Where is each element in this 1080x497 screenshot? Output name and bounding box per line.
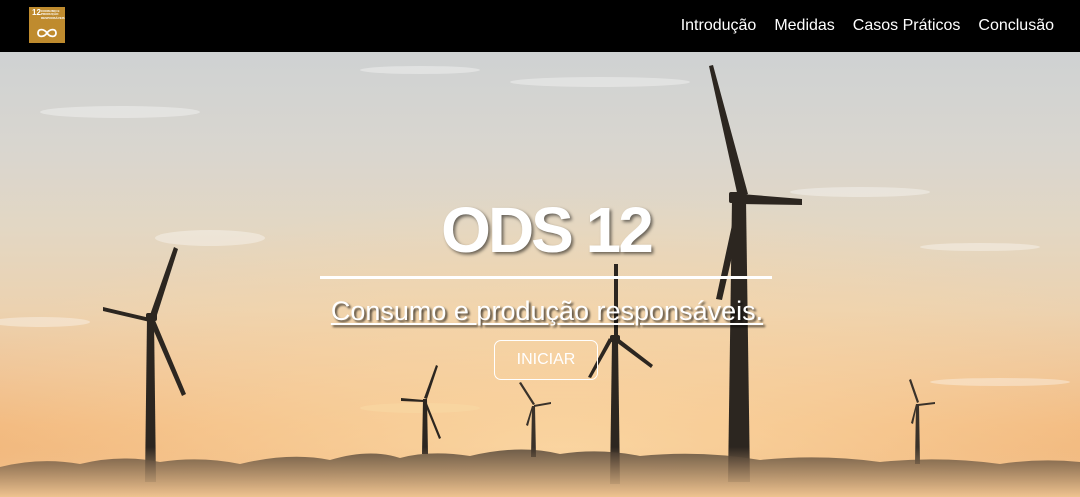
logo-number: 12 bbox=[32, 8, 41, 17]
hero-subtitle: Consumo e produção responsáveis. bbox=[330, 296, 764, 326]
hero-title: ODS 12 bbox=[441, 194, 654, 266]
start-button[interactable]: INICIAR bbox=[494, 340, 598, 380]
nav-link-medidas[interactable]: Medidas bbox=[774, 17, 834, 35]
nav-link-introducao[interactable]: Introdução bbox=[681, 17, 757, 35]
logo-text: CONSUMO E PRODUÇÃO RESPONSÁVEIS bbox=[41, 9, 65, 20]
sdg12-logo[interactable]: 12 CONSUMO E PRODUÇÃO RESPONSÁVEIS bbox=[29, 7, 65, 43]
hero-background-image bbox=[0, 52, 1080, 497]
top-navbar: 12 CONSUMO E PRODUÇÃO RESPONSÁVEIS Intro… bbox=[0, 0, 1080, 52]
nav-menu: Introdução Medidas Casos Práticos Conclu… bbox=[681, 0, 1054, 52]
nav-link-casos-praticos[interactable]: Casos Práticos bbox=[853, 17, 961, 35]
nav-link-conclusao[interactable]: Conclusão bbox=[978, 17, 1054, 35]
infinity-icon bbox=[37, 28, 57, 38]
hero-divider bbox=[320, 276, 772, 279]
hero-section: ODS 12 Consumo e produção responsáveis. … bbox=[0, 52, 1080, 497]
